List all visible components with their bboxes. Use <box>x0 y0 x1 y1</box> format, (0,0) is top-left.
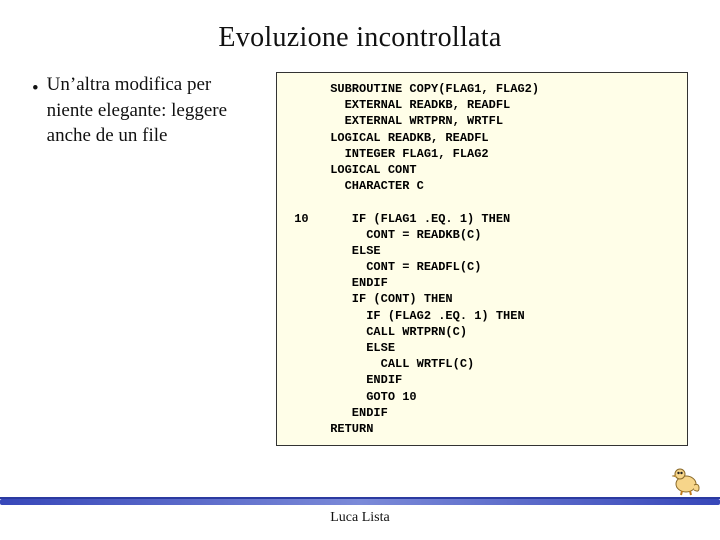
right-column: SUBROUTINE COPY(FLAG1, FLAG2) EXTERNAL R… <box>276 72 688 446</box>
code-block: SUBROUTINE COPY(FLAG1, FLAG2) EXTERNAL R… <box>276 72 688 446</box>
mascot-icon <box>666 462 706 496</box>
bullet-text: Un’altra modifica per niente elegante: l… <box>47 72 252 149</box>
content-columns: • Un’altra modifica per niente elegante:… <box>0 54 720 446</box>
footer-author: Luca Lista <box>0 510 720 526</box>
bullet-dot-icon: • <box>32 72 39 102</box>
page-title: Evoluzione incontrollata <box>0 0 720 54</box>
slide: Evoluzione incontrollata • Un’altra modi… <box>0 0 720 540</box>
left-column: • Un’altra modifica per niente elegante:… <box>32 72 252 149</box>
decorative-band <box>0 497 720 505</box>
bullet-item: • Un’altra modifica per niente elegante:… <box>32 72 252 149</box>
